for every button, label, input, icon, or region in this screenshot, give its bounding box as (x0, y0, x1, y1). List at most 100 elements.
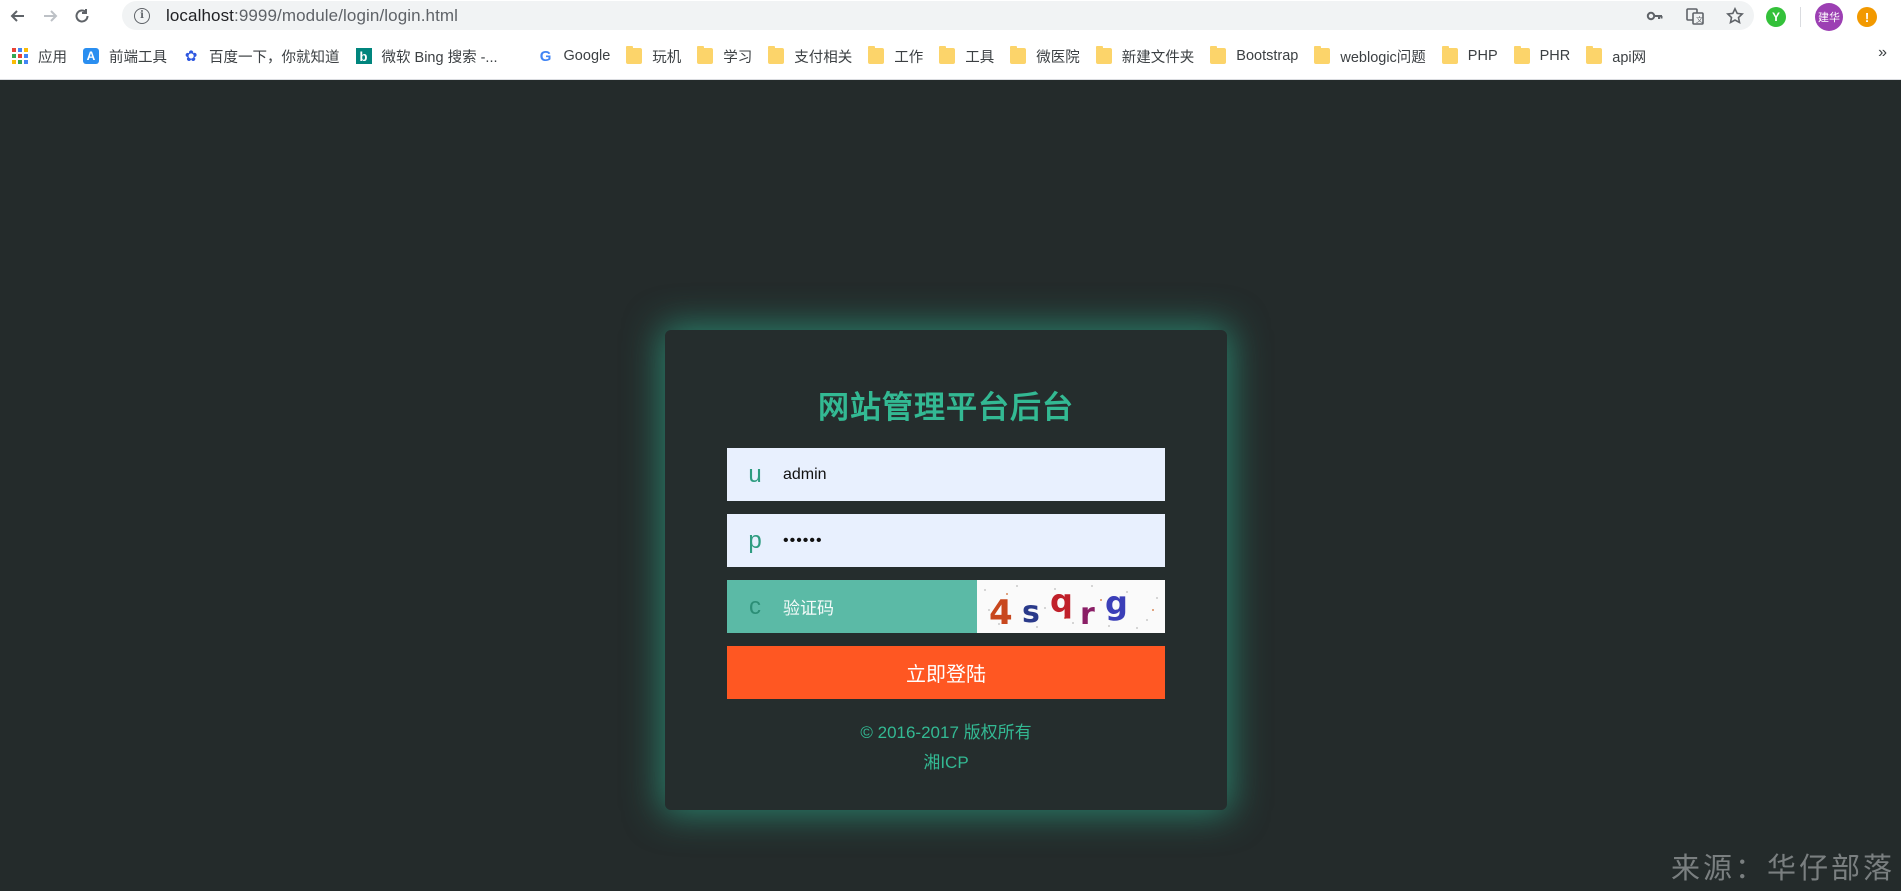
bookmark-label: Bootstrap (1236, 48, 1299, 64)
bookmark-label: 应用 (38, 49, 67, 66)
folder-icon (697, 46, 714, 64)
captcha-char: g (1105, 584, 1128, 622)
url-host: localhost (166, 5, 234, 25)
update-alert-icon[interactable]: ! (1857, 7, 1877, 27)
page-body: 网站管理平台后台 u admin p •••••• c 验证码 4 s q r … (0, 81, 1901, 891)
bookmark-apps[interactable]: 应用 (6, 42, 77, 70)
address-bar[interactable]: i localhost:9999/module/login/login.html… (122, 1, 1754, 30)
captcha-prefix-icon: c (749, 592, 761, 620)
captcha-char: s (1022, 595, 1040, 630)
username-field[interactable]: u admin (727, 448, 1165, 501)
bookmark-label: 百度一下，你就知道 (209, 49, 340, 66)
arrow-left-icon (10, 9, 24, 22)
back-button[interactable] (4, 2, 32, 30)
password-prefix-icon: p (748, 526, 762, 554)
folder-icon (768, 46, 785, 64)
browser-chrome: i localhost:9999/module/login/login.html… (0, 0, 1901, 80)
captcha-char: q (1050, 582, 1073, 620)
bookmark-label: Google (563, 48, 611, 64)
bookmark-folder-phr[interactable]: PHR (1508, 42, 1581, 70)
bookmark-label: 新建文件夹 (1121, 49, 1195, 66)
bookmark-label: 微医院 (1036, 49, 1080, 66)
omnibox-actions: 文 (1646, 1, 1744, 30)
bookmark-label: weblogic问题 (1340, 49, 1426, 66)
captcha-char: r (1080, 597, 1095, 632)
bookmark-folder-weiyiyuan[interactable]: 微医院 (1004, 42, 1090, 70)
bookmark-folder-gongzuo[interactable]: 工作 (862, 42, 933, 70)
folder-icon (868, 46, 885, 64)
bookmark-label: 学习 (723, 49, 753, 66)
folder-icon (1441, 46, 1458, 64)
url-path: :9999/module/login/login.html (234, 5, 459, 25)
extensions-area: Y 建华 ! (1766, 3, 1877, 31)
bookmark-folder-bootstrap[interactable]: Bootstrap (1204, 42, 1308, 70)
browser-toolbar: i localhost:9999/module/login/login.html… (0, 0, 1901, 31)
star-icon[interactable] (1726, 6, 1744, 25)
folder-icon (1095, 46, 1112, 64)
url-text[interactable]: localhost:9999/module/login/login.html (166, 6, 458, 26)
bookmark-folder-wanji[interactable]: 玩机 (620, 42, 691, 70)
bookmark-folder-weblogic[interactable]: weblogic问题 (1308, 42, 1435, 70)
apps-icon (12, 48, 28, 64)
reload-button[interactable] (68, 2, 96, 30)
baidu-icon: ✿ (184, 48, 198, 65)
bookmark-folder-new[interactable]: 新建文件夹 (1090, 42, 1205, 70)
bookmark-folder-xuexi[interactable]: 学习 (691, 42, 762, 70)
svg-text:文: 文 (1696, 15, 1703, 24)
bookmark-label: api网 (1612, 49, 1647, 66)
bookmark-label: PHR (1539, 48, 1571, 64)
toolbar-divider (1800, 7, 1801, 27)
folder-icon (626, 46, 643, 64)
bookmark-label: 微软 Bing 搜索 -... (381, 49, 498, 66)
icp-link[interactable]: 湘ICP (665, 748, 1227, 778)
captcha-image[interactable]: 4 s q r g (977, 580, 1165, 633)
password-field[interactable]: p •••••• (727, 514, 1165, 567)
bookmark-folder-php[interactable]: PHP (1436, 42, 1508, 70)
bookmark-label: 前端工具 (109, 49, 167, 66)
bookmarks-overflow-button[interactable]: » (1878, 44, 1887, 62)
bing-icon: b (355, 48, 372, 64)
bookmarks-bar: 应用 A 前端工具 ✿ 百度一下，你就知道 b 微软 Bing 搜索 -... … (0, 40, 1901, 72)
folder-icon (1513, 46, 1530, 64)
login-title: 网站管理平台后台 (818, 390, 1074, 426)
profile-avatar[interactable]: 建华 (1815, 3, 1843, 31)
bookmark-label: PHP (1467, 48, 1498, 64)
username-prefix-icon: u (748, 460, 762, 488)
bookmark-label: 玩机 (652, 49, 682, 66)
copyright-text: © 2016-2017 版权所有 (860, 723, 1032, 742)
translate-icon[interactable]: 文 (1686, 7, 1704, 25)
bookmark-bing[interactable]: b 微软 Bing 搜索 -... (350, 42, 508, 70)
captcha-field[interactable]: c 验证码 4 s q r g (727, 580, 1165, 633)
info-icon[interactable]: i (134, 7, 150, 24)
login-submit-button[interactable]: 立即登陆 (727, 646, 1165, 699)
captcha-char: 4 (989, 593, 1013, 633)
extension-green-icon[interactable]: Y (1766, 7, 1786, 27)
copyright-block: © 2016-2017 版权所有 湘ICP (665, 718, 1227, 778)
captcha-graphic: 4 s q r g (984, 582, 1158, 633)
bookmark-folder-gongju[interactable]: 工具 (933, 42, 1004, 70)
bookmark-google[interactable]: G Google (532, 42, 621, 70)
folder-icon (1010, 46, 1027, 64)
folder-icon (1210, 46, 1227, 64)
login-panel: 网站管理平台后台 u admin p •••••• c 验证码 4 s q r … (665, 330, 1227, 810)
bookmark-label: 工作 (894, 49, 924, 66)
captcha-input[interactable]: 验证码 (783, 594, 834, 619)
bookmark-fe-tools[interactable]: A 前端工具 (77, 42, 177, 70)
folder-icon (1586, 46, 1603, 64)
password-input[interactable]: •••••• (783, 532, 823, 550)
bookmark-label: 支付相关 (794, 49, 853, 66)
fe-tools-icon: A (83, 48, 99, 64)
source-watermark: 来源：华仔部落 (1670, 851, 1895, 885)
bookmark-folder-api[interactable]: api网 (1580, 42, 1656, 70)
bookmark-folder-zhifu[interactable]: 支付相关 (762, 42, 862, 70)
google-icon: G (539, 47, 552, 65)
arrow-right-icon (44, 9, 58, 22)
folder-icon (1314, 46, 1331, 64)
reload-icon (75, 8, 89, 22)
bookmark-baidu[interactable]: ✿ 百度一下，你就知道 (177, 42, 350, 70)
bookmark-label: 工具 (965, 49, 995, 66)
forward-button[interactable] (36, 2, 64, 30)
username-input[interactable]: admin (783, 466, 827, 484)
folder-icon (939, 46, 956, 64)
key-icon[interactable] (1646, 7, 1664, 25)
